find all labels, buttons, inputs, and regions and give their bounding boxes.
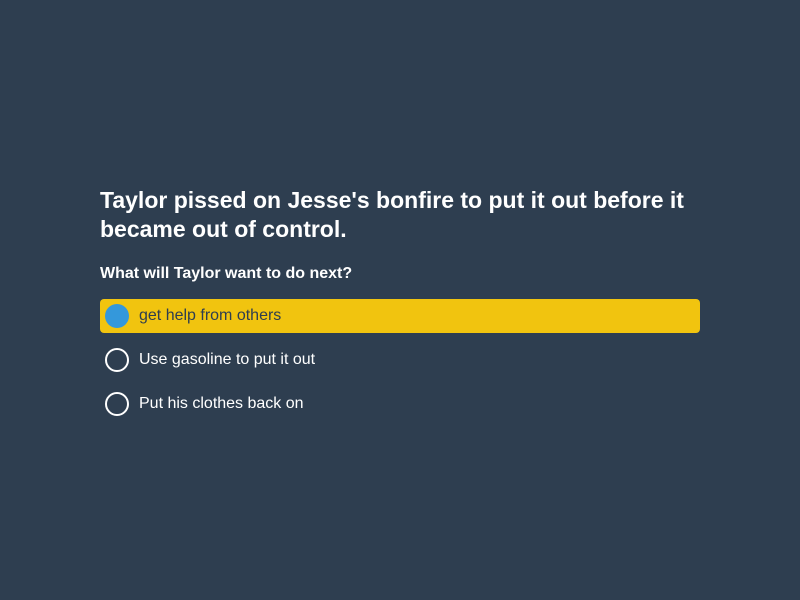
answer-options: get help from others Use gasoline to put… bbox=[100, 299, 700, 421]
answer-option-label: Use gasoline to put it out bbox=[139, 351, 316, 368]
radio-empty-icon[interactable] bbox=[105, 348, 129, 372]
question-text: What will Taylor want to do next? bbox=[100, 265, 353, 282]
prompt-text: Taylor pissed on Jesse's bonfire to put … bbox=[100, 187, 684, 242]
radio-empty-icon[interactable] bbox=[105, 392, 129, 416]
answer-option-2[interactable]: Use gasoline to put it out bbox=[100, 343, 700, 377]
answer-option-label: Put his clothes back on bbox=[139, 395, 304, 412]
quiz-card: Taylor pissed on Jesse's bonfire to put … bbox=[100, 186, 700, 431]
radio-selected-icon[interactable] bbox=[105, 304, 129, 328]
answer-option-label: get help from others bbox=[139, 307, 282, 324]
answer-option-1[interactable]: get help from others bbox=[100, 299, 700, 333]
answer-option-3[interactable]: Put his clothes back on bbox=[100, 387, 700, 421]
